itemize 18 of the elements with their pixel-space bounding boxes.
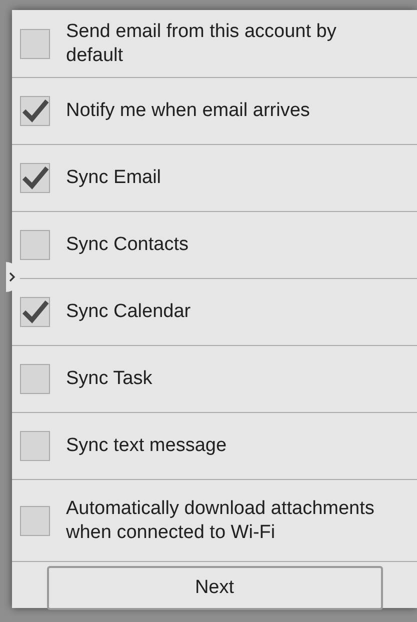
option-label: Sync Email bbox=[66, 166, 162, 190]
option-label: Sync Calendar bbox=[66, 300, 191, 324]
checkbox[interactable] bbox=[20, 230, 50, 260]
checkbox[interactable] bbox=[20, 163, 50, 193]
option-label: Sync Contacts bbox=[66, 233, 188, 257]
option-label: Notify me when email arrives bbox=[66, 99, 310, 123]
chevron-icon[interactable] bbox=[6, 262, 20, 292]
option-label: Automatically download attachments when connected to Wi-Fi bbox=[66, 496, 376, 544]
checkbox[interactable] bbox=[20, 431, 50, 461]
option-label: Sync Task bbox=[66, 367, 152, 391]
option-label: Sync text message bbox=[66, 434, 227, 458]
option-label: Send email from this account by default bbox=[66, 20, 338, 68]
checkbox[interactable] bbox=[20, 28, 50, 58]
checkbox[interactable] bbox=[20, 297, 50, 327]
checkbox[interactable] bbox=[20, 364, 50, 394]
checkbox[interactable] bbox=[20, 506, 50, 536]
checkbox[interactable] bbox=[20, 96, 50, 126]
next-button[interactable]: Next bbox=[46, 566, 382, 610]
